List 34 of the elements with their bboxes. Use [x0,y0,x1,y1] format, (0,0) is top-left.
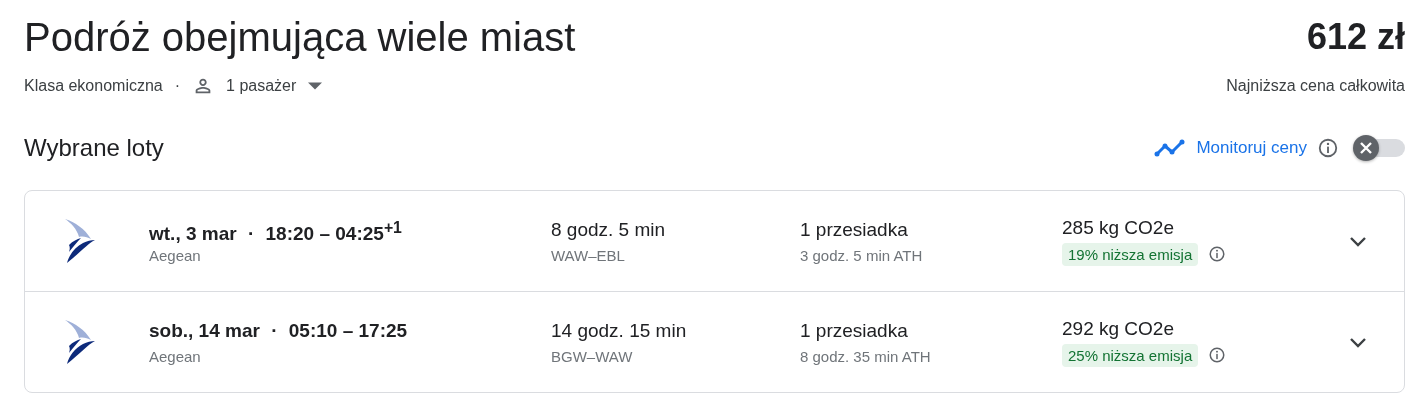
info-icon[interactable] [1208,245,1227,263]
total-price: 612 zł [1306,16,1405,58]
separator-dot: · [246,222,256,244]
flight-times: 18:20 – 04:25$^{+1}$ [265,222,402,244]
trend-line-icon [1154,138,1187,158]
price-caption: Najniższa cena całkowita [1226,77,1405,95]
flight-route: BGW–WAW [551,347,634,365]
passenger-dropdown[interactable]: 1 pasażer [192,75,323,97]
flight-date: wt., 3 mar [149,222,237,244]
separator-dot: · [173,77,182,95]
stops-count: 1 przesiadka [800,319,909,343]
layover-info: 3 godz. 5 min ATH [800,246,924,264]
info-icon[interactable] [1317,137,1339,159]
section-title: Wybrane loty [24,134,164,162]
cabin-class: Klasa ekonomiczna [24,77,163,95]
emission-badge: 19% niższa emisja [1062,242,1199,266]
flight-duration: 14 godz. 15 min [551,319,688,343]
close-icon [1358,140,1374,156]
flight-route: WAW–EBL [551,246,626,264]
info-icon[interactable] [1208,346,1227,364]
flight-times: 05:10 – 17:25 [288,319,408,341]
emissions-value: 292 kg CO2e [1062,317,1175,341]
emissions-value: 285 kg CO2e [1062,216,1175,240]
separator-dot: · [270,319,279,341]
flight-date: sob., 14 mar [149,319,260,341]
trip-title: Podróż obejmująca wiele miast [24,14,576,60]
stops-count: 1 przesiadka [800,218,909,242]
layover-info: 8 godz. 35 min ATH [800,347,932,365]
track-prices-link[interactable]: Monitoruj ceny [1196,138,1307,158]
emission-badge: 25% niższa emisja [1062,343,1199,367]
flight-duration: 8 godz. 5 min [551,218,667,242]
airline-name: Aegean [149,246,202,264]
caret-icon [308,82,323,90]
airline-name: Aegean [149,347,202,365]
